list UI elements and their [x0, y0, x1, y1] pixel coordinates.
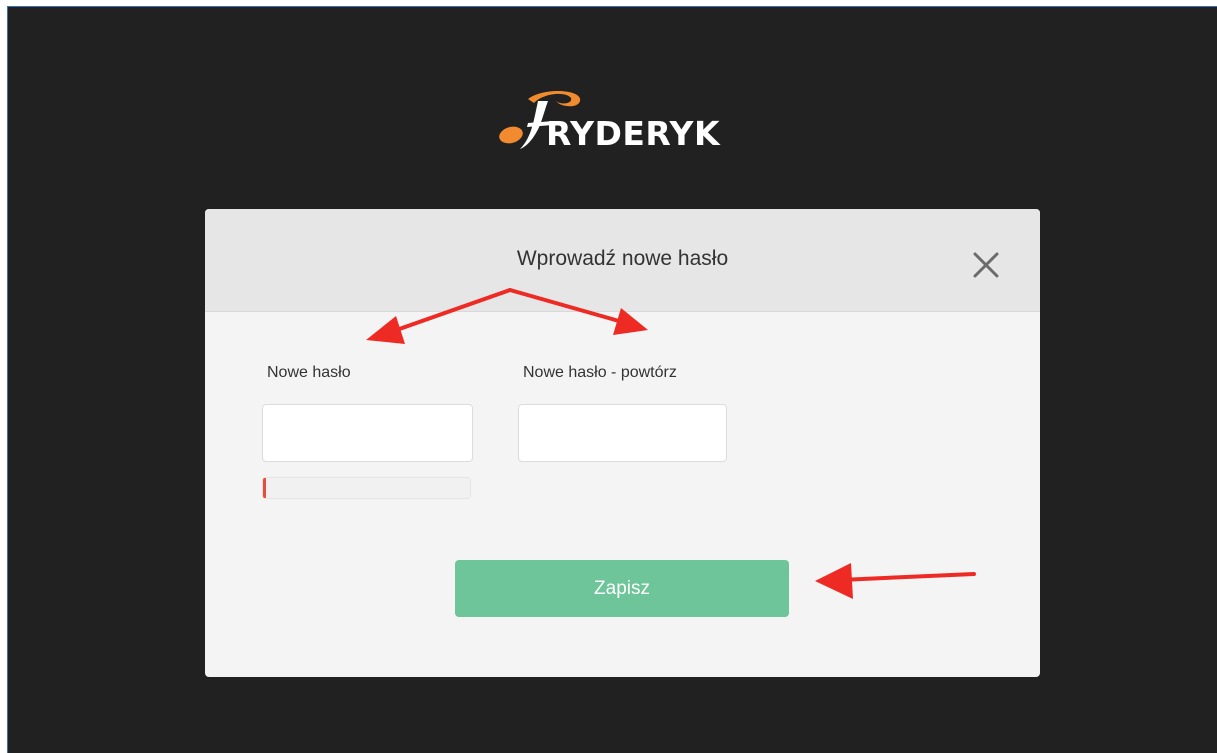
- password-strength-bar: [262, 477, 471, 499]
- close-icon: [973, 252, 999, 278]
- new-password-input[interactable]: [262, 404, 473, 462]
- brand-name: RYDERYK: [546, 114, 721, 153]
- repeat-password-input[interactable]: [518, 404, 727, 462]
- password-strength-fill: [263, 478, 266, 498]
- dialog-title: Wprowadź nowe hasło: [516, 247, 729, 270]
- new-password-label: Nowe hasło: [267, 364, 351, 381]
- fryderyk-logo: RYDERYK: [498, 89, 758, 159]
- app-background: RYDERYK Wprowadź nowe hasło Nowe hasło N…: [7, 6, 1217, 753]
- close-button[interactable]: [968, 247, 1004, 283]
- new-password-dialog: Wprowadź nowe hasło Nowe hasło Nowe hasł…: [205, 209, 1040, 677]
- save-button[interactable]: Zapisz: [455, 560, 789, 617]
- dialog-header: Wprowadź nowe hasło: [205, 209, 1040, 312]
- repeat-password-label: Nowe hasło - powtórz: [523, 364, 677, 381]
